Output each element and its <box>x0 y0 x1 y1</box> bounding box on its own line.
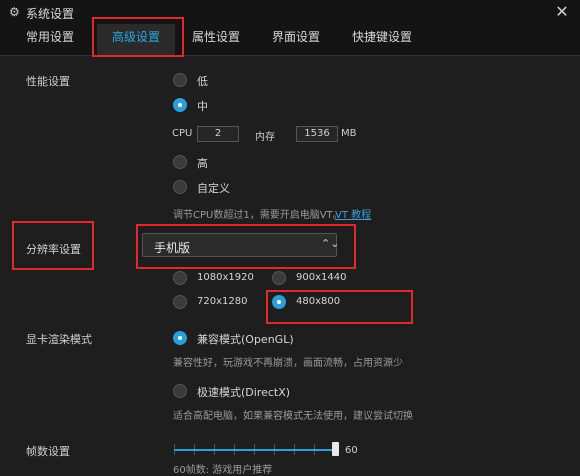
radio-res-720x1280[interactable] <box>173 295 187 309</box>
window-title: 系统设置 <box>26 7 75 21</box>
radio-render-directx[interactable] <box>173 384 187 398</box>
radio-render-directx-label: 极速模式(DirectX) <box>197 386 291 399</box>
fps-label: 帧数设置 <box>26 445 70 458</box>
fps-value: 60 <box>345 445 358 456</box>
radio-perf-medium-label: 中 <box>197 100 208 113</box>
tab-shortcut-settings[interactable]: 快捷键设置 <box>342 24 422 55</box>
radio-res-1080x1920[interactable] <box>173 271 187 285</box>
render-mode-label: 显卡渲染模式 <box>26 333 92 346</box>
radio-perf-medium[interactable] <box>173 98 187 112</box>
tab-advanced-settings[interactable]: 高级设置 <box>97 24 175 55</box>
radio-res-1080x1920-label: 1080x1920 <box>197 272 254 283</box>
settings-window: ⚙ 系统设置 ✕ 常用设置 高级设置 属性设置 界面设置 快捷键设置 性能设置 … <box>0 0 580 476</box>
resolution-select-value: 手机版 <box>154 241 191 255</box>
fps-hint: 60帧数: 游戏用户推荐 <box>173 465 273 476</box>
title-bar: ⚙ 系统设置 ✕ <box>0 0 580 24</box>
cpu-label: CPU <box>172 128 193 139</box>
memory-unit: MB <box>341 128 357 139</box>
radio-perf-low-label: 低 <box>197 75 208 88</box>
resolution-label: 分辨率设置 <box>26 243 81 256</box>
gear-icon: ⚙ <box>9 5 20 19</box>
render-opengl-desc: 兼容性好，玩游戏不再崩溃，画面流畅，占用资源少 <box>173 358 403 369</box>
tab-interface-settings[interactable]: 界面设置 <box>266 24 326 55</box>
radio-res-900x1440-label: 900x1440 <box>296 272 347 283</box>
radio-res-480x800[interactable] <box>272 295 286 309</box>
chevron-updown-icon: ⌃⌄ <box>321 237 340 250</box>
radio-perf-custom-label: 自定义 <box>197 182 230 195</box>
tab-common-settings[interactable]: 常用设置 <box>20 24 80 55</box>
resolution-select[interactable]: 手机版 ⌃⌄ <box>142 233 340 257</box>
fps-slider-thumb[interactable] <box>332 442 339 456</box>
radio-perf-custom[interactable] <box>173 180 187 194</box>
close-icon[interactable]: ✕ <box>553 3 571 21</box>
radio-perf-high[interactable] <box>173 155 187 169</box>
render-directx-desc: 适合高配电脑，如果兼容模式无法使用，建议尝试切换 <box>173 411 413 422</box>
tab-property-settings[interactable]: 属性设置 <box>186 24 246 55</box>
performance-label: 性能设置 <box>26 75 70 88</box>
memory-input[interactable]: 1536 <box>296 126 338 142</box>
tab-bar: 常用设置 高级设置 属性设置 界面设置 快捷键设置 <box>0 24 580 56</box>
radio-res-900x1440[interactable] <box>272 271 286 285</box>
memory-label: 内存 <box>255 132 275 143</box>
vt-hint: 调节CPU数超过1，需要开启电脑VT。 <box>173 210 343 221</box>
radio-render-opengl[interactable] <box>173 331 187 345</box>
vt-tutorial-link[interactable]: VT 教程 <box>335 206 371 221</box>
radio-perf-high-label: 高 <box>197 157 208 170</box>
cpu-input[interactable]: 2 <box>197 126 239 142</box>
radio-res-480x800-label: 480x800 <box>296 296 341 307</box>
fps-slider-track[interactable] <box>174 449 336 451</box>
radio-res-720x1280-label: 720x1280 <box>197 296 248 307</box>
radio-render-opengl-label: 兼容模式(OpenGL) <box>197 333 294 346</box>
radio-perf-low[interactable] <box>173 73 187 87</box>
